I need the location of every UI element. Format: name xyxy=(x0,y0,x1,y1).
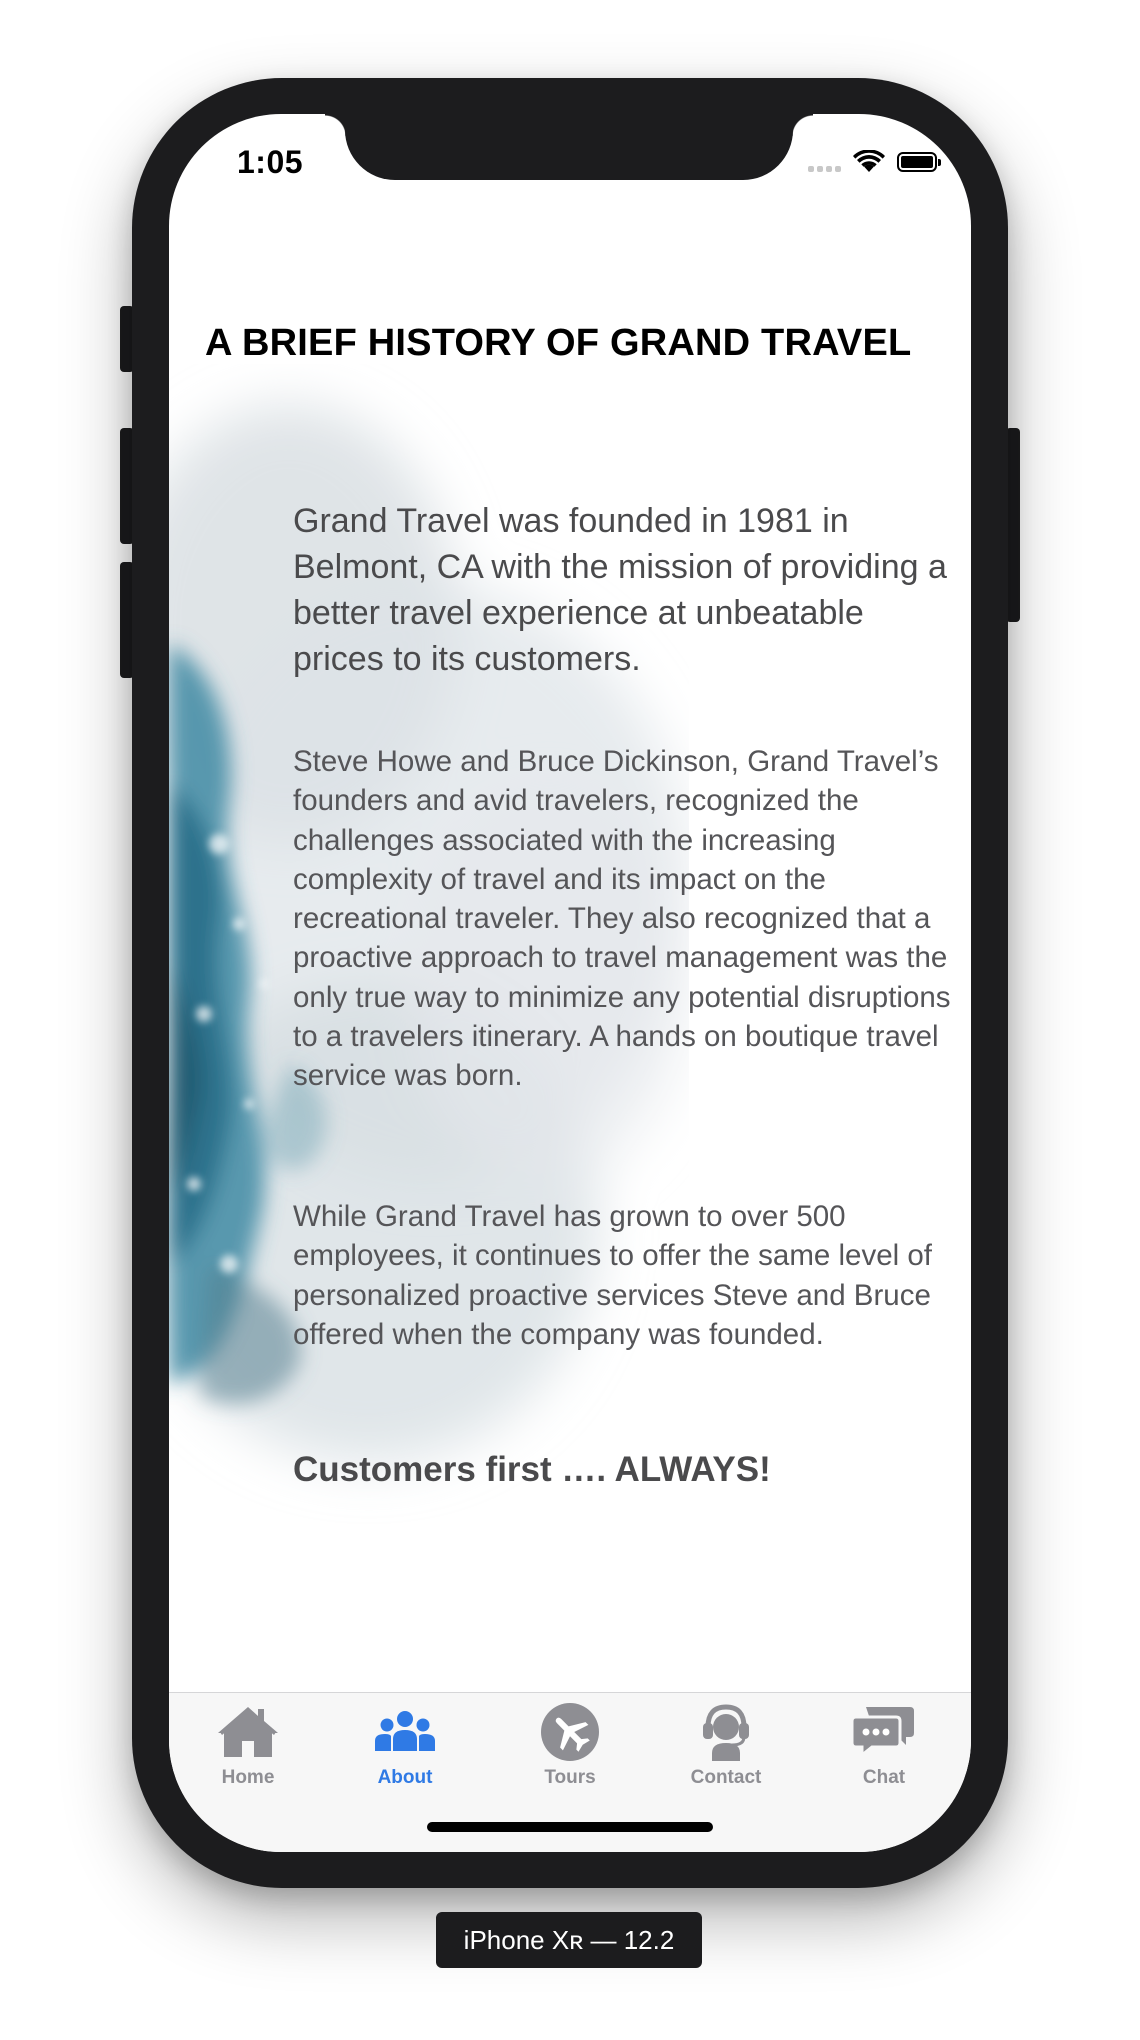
chat-bubbles-icon xyxy=(852,1707,914,1759)
tab-contact-label: Contact xyxy=(690,1767,762,1788)
tab-chat-label: Chat xyxy=(862,1767,906,1788)
tagline: Customers first …. ALWAYS! xyxy=(293,1450,771,1489)
power-button xyxy=(1006,428,1020,622)
tab-tours-label: Tours xyxy=(544,1767,596,1788)
simulator-stage: 1:05 A BRIEF HISTORY OF GRAND TRAVEL Gra… xyxy=(0,0,1140,2040)
tab-about-label: About xyxy=(377,1767,433,1788)
airplane-icon xyxy=(541,1703,599,1761)
history-paragraph-growth: While Grand Travel has grown to over 500… xyxy=(293,1200,932,1351)
tab-about[interactable]: About xyxy=(345,1703,465,1793)
tab-home-label: Home xyxy=(221,1767,275,1788)
phone-screen: 1:05 A BRIEF HISTORY OF GRAND TRAVEL Gra… xyxy=(169,114,971,1852)
tab-home[interactable]: Home xyxy=(188,1703,308,1793)
device-label: iPhone Xʀ — 12.2 xyxy=(436,1912,702,1968)
history-paragraph-founders: Steve Howe and Bruce Dickinson, Grand Tr… xyxy=(293,745,951,1093)
about-content[interactable]: A BRIEF HISTORY OF GRAND TRAVEL Grand Tr… xyxy=(169,114,971,1674)
intro-paragraph: Grand Travel was founded in 1981 in Belm… xyxy=(293,502,947,678)
home-indicator[interactable] xyxy=(427,1822,713,1832)
home-icon xyxy=(218,1707,278,1757)
tab-contact[interactable]: Contact xyxy=(666,1703,786,1793)
tab-tours[interactable]: Tours xyxy=(510,1703,630,1793)
tab-chat[interactable]: Chat xyxy=(824,1703,944,1793)
headset-icon xyxy=(703,1704,749,1761)
people-icon xyxy=(375,1711,435,1751)
page-title: A BRIEF HISTORY OF GRAND TRAVEL xyxy=(205,322,912,364)
